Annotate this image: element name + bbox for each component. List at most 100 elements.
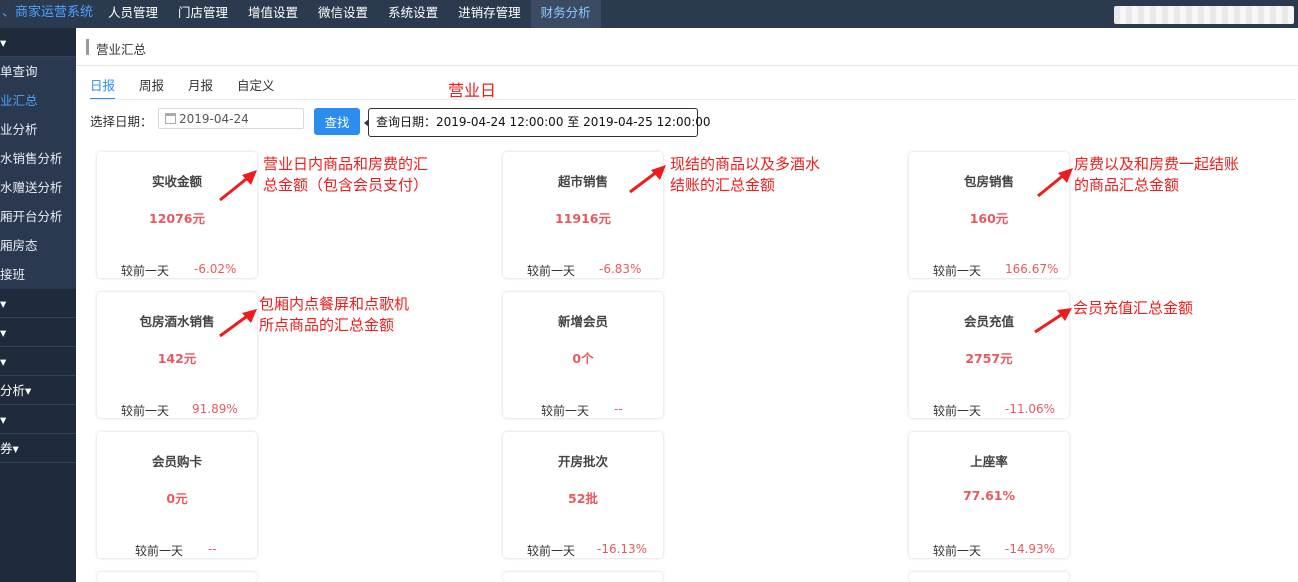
annotation-line: 现结的商品以及多酒水 [670, 155, 821, 173]
tab-monthly[interactable]: 月报 [188, 78, 213, 100]
search-button[interactable]: 查找 [314, 108, 360, 135]
annotation-supermarket-sales: 现结的商品以及多酒水 结账的汇总金额 [670, 154, 820, 196]
card-compare-value: -6.02% [194, 262, 237, 276]
annotation-line: 所点商品的汇总金额 [259, 316, 395, 334]
card-compare-value: -6.83% [599, 262, 642, 276]
stat-card-room-batches: 开房批次 52批 较前一天 -16.13% [503, 432, 663, 558]
arrow-icon [1034, 308, 1072, 334]
date-picker[interactable] [158, 108, 304, 129]
card-compare-label: 较前一天 [527, 544, 576, 558]
card-title: 开房批次 [557, 454, 608, 469]
arrow-icon [1037, 168, 1073, 198]
annotation-line: 房费以及和房费一起结账 [1074, 155, 1240, 173]
card-value: 11916元 [555, 211, 611, 226]
annotation-line: 总金额（包含会员支付） [263, 176, 429, 194]
top-nav-finance[interactable]: 财务分析 [530, 0, 601, 28]
card-value: 0元 [166, 491, 188, 506]
card-value: 52批 [568, 491, 598, 506]
top-nav-value-added[interactable]: 增值设置 [238, 0, 308, 28]
sidebar-group[interactable]: ▾ [0, 289, 76, 318]
sidebar-group[interactable]: ▾ [0, 405, 76, 434]
arrow-icon [629, 165, 666, 194]
top-nav-bar: 、商家运营系统 人员管理 门店管理 增值设置 微信设置 系统设置 进销存管理 财… [0, 0, 1298, 28]
tab-divider [90, 99, 1296, 100]
sidebar-group-analysis[interactable]: 分析▾ [0, 376, 76, 405]
breadcrumb: 营业汇总 [76, 28, 1298, 66]
tab-daily[interactable]: 日报 [90, 78, 116, 100]
sidebar-item-room-status[interactable]: 厢房态 [0, 231, 76, 260]
card-compare-value: 91.89% [192, 402, 238, 416]
annotation-room-sales: 房费以及和房费一起结账 的商品汇总金额 [1074, 154, 1239, 196]
sidebar: ▾ 单查询 业汇总 业分析 水销售分析 水赠送分析 厢开台分析 厢房态 接班 ▾… [0, 28, 76, 582]
top-nav-wechat[interactable]: 微信设置 [308, 0, 378, 28]
sidebar-item-business-summary[interactable]: 业汇总 [0, 86, 76, 115]
card-compare-value: -16.13% [597, 542, 648, 556]
stat-card-member-card-purchase: 会员购卡 0元 较前一天 -- [97, 432, 257, 558]
annotation-line: 结账的汇总金额 [670, 176, 776, 194]
card-value: 12076元 [149, 211, 205, 226]
stat-card-partial [503, 572, 663, 582]
arrow-icon [219, 309, 257, 338]
app-brand-label: 、商家运营系统 [2, 5, 94, 20]
sidebar-item-drinks-sales-analysis[interactable]: 水销售分析 [0, 144, 76, 173]
card-compare-value: -- [614, 402, 623, 416]
annotation-business-day: 营业日 [448, 81, 497, 100]
card-value: 160元 [969, 211, 1009, 226]
sidebar-group[interactable]: ▾ [0, 28, 76, 57]
card-compare-label: 较前一天 [933, 264, 982, 278]
card-value: 2757元 [965, 351, 1013, 366]
stat-card-partial [97, 572, 257, 582]
sidebar-item-drinks-gift-analysis[interactable]: 水赠送分析 [0, 173, 76, 202]
sidebar-item-room-open-analysis[interactable]: 厢开台分析 [0, 202, 76, 231]
card-compare-value: -14.93% [1005, 542, 1056, 556]
card-compare-value: -11.06% [1005, 402, 1056, 416]
card-value: 142元 [157, 351, 197, 366]
card-compare-label: 较前一天 [541, 404, 590, 418]
card-title: 会员购卡 [151, 454, 202, 469]
top-nav-system[interactable]: 系统设置 [378, 0, 448, 28]
report-tabs: 日报 周报 月报 自定义 [90, 78, 299, 100]
query-date-tooltip: 查询日期：2019-04-24 12:00:00 至 2019-04-25 12… [364, 108, 711, 137]
page-title: 营业汇总 [96, 42, 147, 57]
date-label: 选择日期： [90, 114, 153, 129]
stat-card-partial [909, 572, 1069, 582]
card-value: 0个 [572, 351, 594, 366]
annotation-actual-receipts: 营业日内商品和房费的汇 总金额（包含会员支付） [263, 154, 428, 196]
card-value: 77.61% [962, 488, 1016, 503]
tab-weekly[interactable]: 周报 [139, 78, 164, 100]
annotation-line: 的商品汇总金额 [1074, 176, 1180, 194]
annotation-line: 营业日内商品和房费的汇 [263, 155, 429, 173]
arrow-icon [219, 170, 257, 202]
sidebar-group-coupons[interactable]: 券▾ [0, 434, 76, 463]
breadcrumb-marker [86, 39, 89, 55]
app-brand[interactable]: 、商家运营系统 [0, 0, 93, 28]
tab-custom[interactable]: 自定义 [237, 78, 275, 100]
sidebar-item-shift-handover[interactable]: 接班 [0, 260, 76, 289]
sidebar-group[interactable]: ▾ [0, 318, 76, 347]
top-nav-stores[interactable]: 门店管理 [168, 0, 238, 28]
blurred-user-area [1114, 6, 1294, 24]
stat-card-occupancy-rate: 上座率 77.61% 较前一天 -14.93% [909, 432, 1069, 558]
card-compare-label: 较前一天 [527, 264, 576, 278]
sidebar-item-business-analysis[interactable]: 业分析 [0, 115, 76, 144]
top-nav-inventory[interactable]: 进销存管理 [448, 0, 531, 28]
card-compare-label: 较前一天 [933, 404, 982, 418]
card-compare-label: 较前一天 [121, 404, 170, 418]
card-compare-label: 较前一天 [121, 264, 170, 278]
stat-card-new-members: 新增会员 0个 较前一天 -- [503, 292, 663, 418]
sidebar-group[interactable]: ▾ [0, 347, 76, 376]
card-compare-label: 较前一天 [135, 544, 184, 558]
annotation-room-drinks-sales: 包厢内点餐屏和点歌机 所点商品的汇总金额 [259, 294, 409, 336]
top-nav: 人员管理 门店管理 增值设置 微信设置 系统设置 进销存管理 财务分析 [98, 0, 601, 28]
annotation-member-topup: 会员充值汇总金额 [1073, 299, 1194, 317]
sidebar-item-order-query[interactable]: 单查询 [0, 57, 76, 86]
card-compare-value: 166.67% [1005, 262, 1059, 276]
card-title: 新增会员 [557, 314, 608, 329]
date-input[interactable] [179, 110, 299, 127]
card-compare-label: 较前一天 [933, 544, 982, 558]
card-compare-value: -- [208, 542, 217, 556]
calendar-icon [165, 113, 176, 124]
card-title: 上座率 [970, 454, 1008, 469]
annotation-line: 包厢内点餐屏和点歌机 [259, 295, 410, 313]
top-nav-personnel[interactable]: 人员管理 [98, 0, 168, 28]
